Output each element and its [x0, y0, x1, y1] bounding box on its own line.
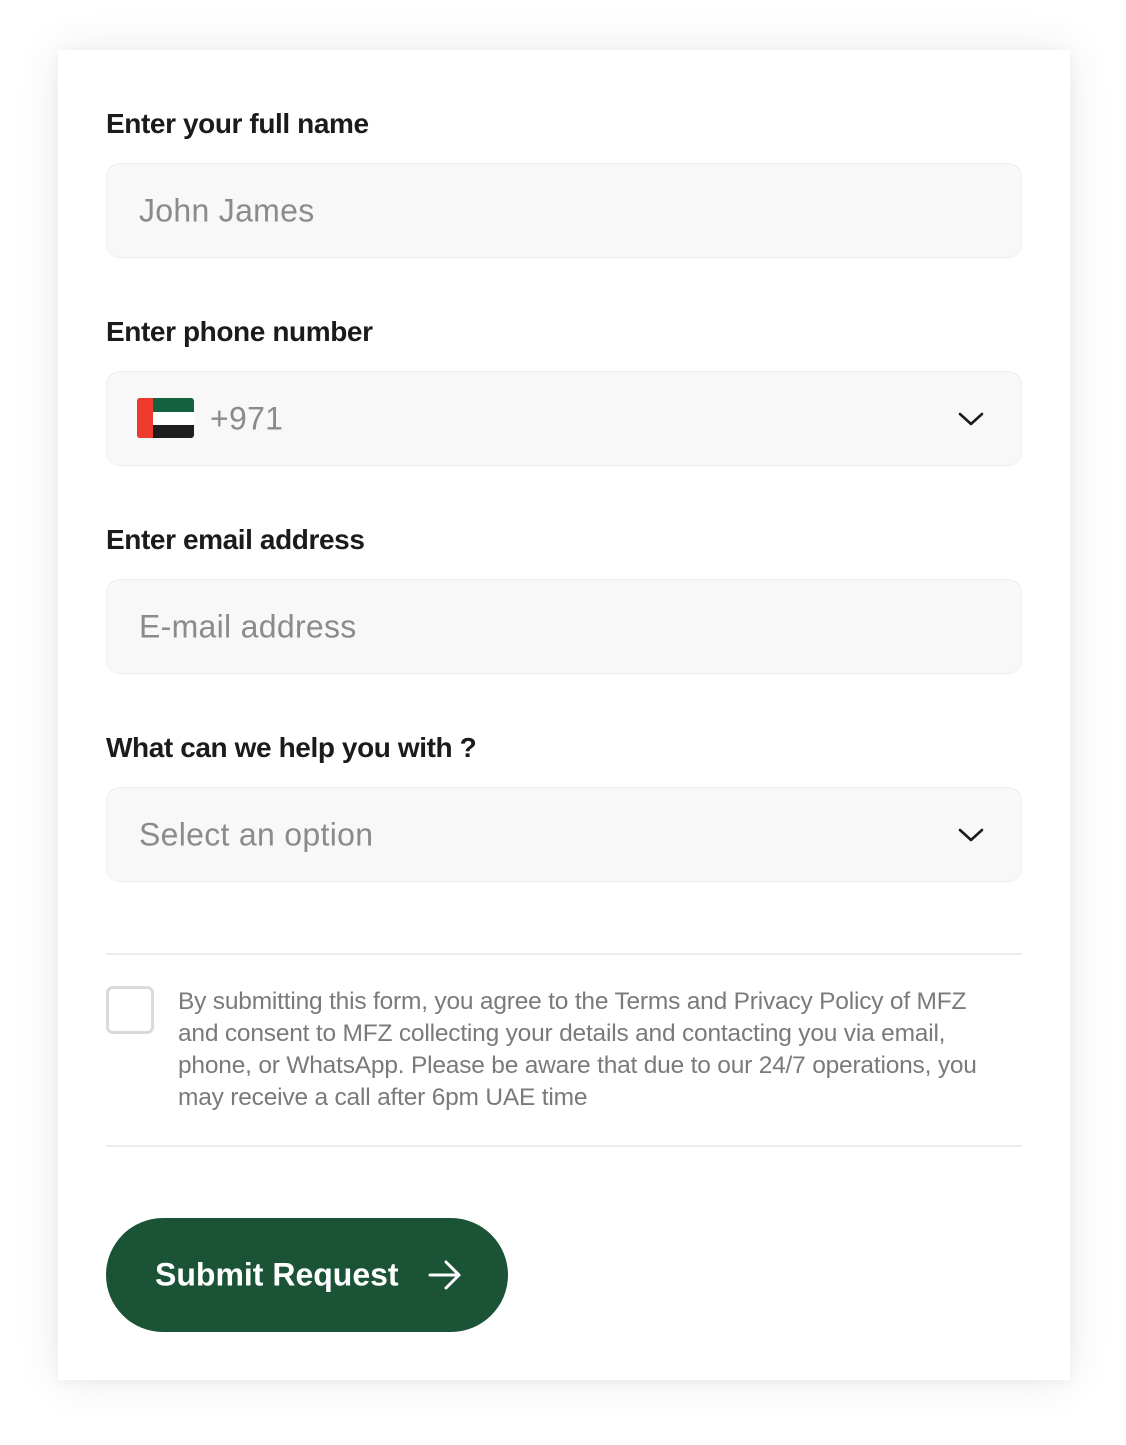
- contact-form-card: Enter your full name John James Enter ph…: [58, 50, 1070, 1380]
- arrow-right-icon: [428, 1260, 461, 1290]
- email-input[interactable]: E-mail address: [106, 579, 1022, 674]
- email-placeholder: E-mail address: [139, 608, 357, 644]
- full-name-placeholder: John James: [139, 192, 315, 228]
- phone-number-input[interactable]: +971: [106, 371, 1022, 466]
- consent-checkbox[interactable]: [106, 986, 154, 1034]
- submit-button-label: Submit Request: [155, 1256, 399, 1293]
- help-topic-placeholder: Select an option: [139, 816, 374, 852]
- consent-text: By submitting this form, you agree to th…: [178, 988, 977, 1111]
- divider-top: [106, 953, 1022, 955]
- chevron-down-icon[interactable]: [957, 827, 985, 843]
- chevron-down-icon[interactable]: [957, 411, 985, 427]
- email-label: Enter email address: [106, 524, 365, 555]
- help-topic-label: What can we help you with ?: [106, 732, 477, 763]
- uae-flag-icon[interactable]: [137, 398, 194, 438]
- phone-number-label: Enter phone number: [106, 316, 373, 347]
- divider-bottom: [106, 1145, 1022, 1147]
- full-name-input[interactable]: John James: [106, 163, 1022, 258]
- full-name-label: Enter your full name: [106, 108, 369, 139]
- submit-request-button[interactable]: Submit Request: [106, 1218, 508, 1332]
- country-code: +971: [210, 400, 284, 436]
- help-topic-select[interactable]: Select an option: [106, 787, 1022, 882]
